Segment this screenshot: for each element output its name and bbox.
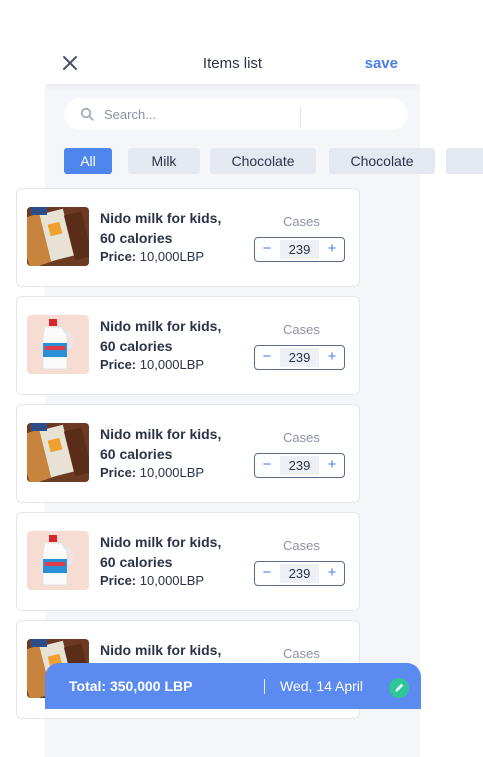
quantity-value[interactable]: 239	[280, 456, 319, 475]
milk-jug-image	[27, 531, 89, 590]
price-value: 10,000LBP	[139, 573, 205, 588]
quantity-unit-label: Cases	[283, 214, 320, 229]
header-bar: Items list save	[45, 42, 420, 84]
product-card[interactable]: Nido milk for kids, 60 calories Price: 10…	[16, 512, 360, 611]
price-label: Price:	[100, 465, 137, 480]
filter-chip-chocolate-2[interactable]: Chocolate	[329, 148, 435, 174]
product-name: Nido milk for kids, 60 calories	[100, 534, 222, 570]
product-price: Price: 10,000LBP	[100, 249, 204, 264]
decrement-button[interactable]: −	[255, 238, 279, 261]
filter-chip-chocolate[interactable]: Chocolate	[210, 148, 316, 174]
quantity-unit-label: Cases	[283, 430, 320, 445]
price-label: Price:	[100, 573, 137, 588]
price-value: 10,000LBP	[139, 249, 205, 264]
product-price: Price: 10,000LBP	[100, 573, 204, 588]
product-card[interactable]: Nido milk for kids, 60 calories Price: 10…	[16, 188, 360, 287]
product-name: Nido milk for kids, 60 calories	[100, 426, 222, 462]
quantity-value[interactable]: 239	[280, 240, 319, 259]
quantity-unit-label: Cases	[283, 322, 320, 337]
quantity-stepper: −239 +	[254, 345, 345, 370]
chocolate-bar-image	[27, 423, 89, 482]
order-total: Total: 350,000 LBP	[69, 678, 193, 694]
product-name: Nido milk for kids,	[100, 642, 222, 658]
filter-chip-all[interactable]: All	[64, 148, 112, 174]
product-name: Nido milk for kids, 60 calories	[100, 318, 222, 354]
pencil-icon	[395, 683, 404, 692]
increment-button[interactable]: +	[320, 454, 344, 477]
quantity-unit-label: Cases	[283, 646, 320, 661]
product-price: Price: 10,000LBP	[100, 465, 204, 480]
decrement-button[interactable]: −	[255, 562, 279, 585]
quantity-value[interactable]: 239	[280, 348, 319, 367]
price-value: 10,000LBP	[139, 357, 205, 372]
search-icon	[80, 107, 94, 121]
filter-chip-milk[interactable]: Milk	[128, 148, 200, 174]
order-date: Wed, 14 April	[280, 678, 364, 694]
product-card[interactable]: Nido milk for kids, 60 calories Price: 10…	[16, 404, 360, 503]
search-divider	[300, 106, 301, 128]
order-summary-bar: Total: 350,000 LBP Wed, 14 April	[45, 663, 421, 709]
filter-chip-partial[interactable]	[446, 148, 483, 174]
decrement-button[interactable]: −	[255, 346, 279, 369]
decrement-button[interactable]: −	[255, 454, 279, 477]
chocolate-bar-image	[27, 207, 89, 266]
price-label: Price:	[100, 357, 137, 372]
save-button[interactable]: save	[365, 55, 398, 72]
search-bar	[64, 98, 408, 130]
edit-button[interactable]	[389, 678, 409, 698]
quantity-value[interactable]: 239	[280, 564, 319, 583]
increment-button[interactable]: +	[320, 346, 344, 369]
price-value: 10,000LBP	[139, 465, 205, 480]
price-label: Price:	[100, 249, 137, 264]
increment-button[interactable]: +	[320, 562, 344, 585]
quantity-stepper: −239 +	[254, 237, 345, 262]
milk-jug-image	[27, 315, 89, 374]
increment-button[interactable]: +	[320, 238, 344, 261]
product-price: Price: 10,000LBP	[100, 357, 204, 372]
quantity-stepper: −239 +	[254, 453, 345, 478]
footer-divider	[264, 679, 265, 694]
quantity-unit-label: Cases	[283, 538, 320, 553]
product-card[interactable]: Nido milk for kids, 60 calories Price: 10…	[16, 296, 360, 395]
quantity-stepper: −239 +	[254, 561, 345, 586]
search-input[interactable]	[104, 105, 294, 123]
product-name: Nido milk for kids, 60 calories	[100, 210, 222, 246]
